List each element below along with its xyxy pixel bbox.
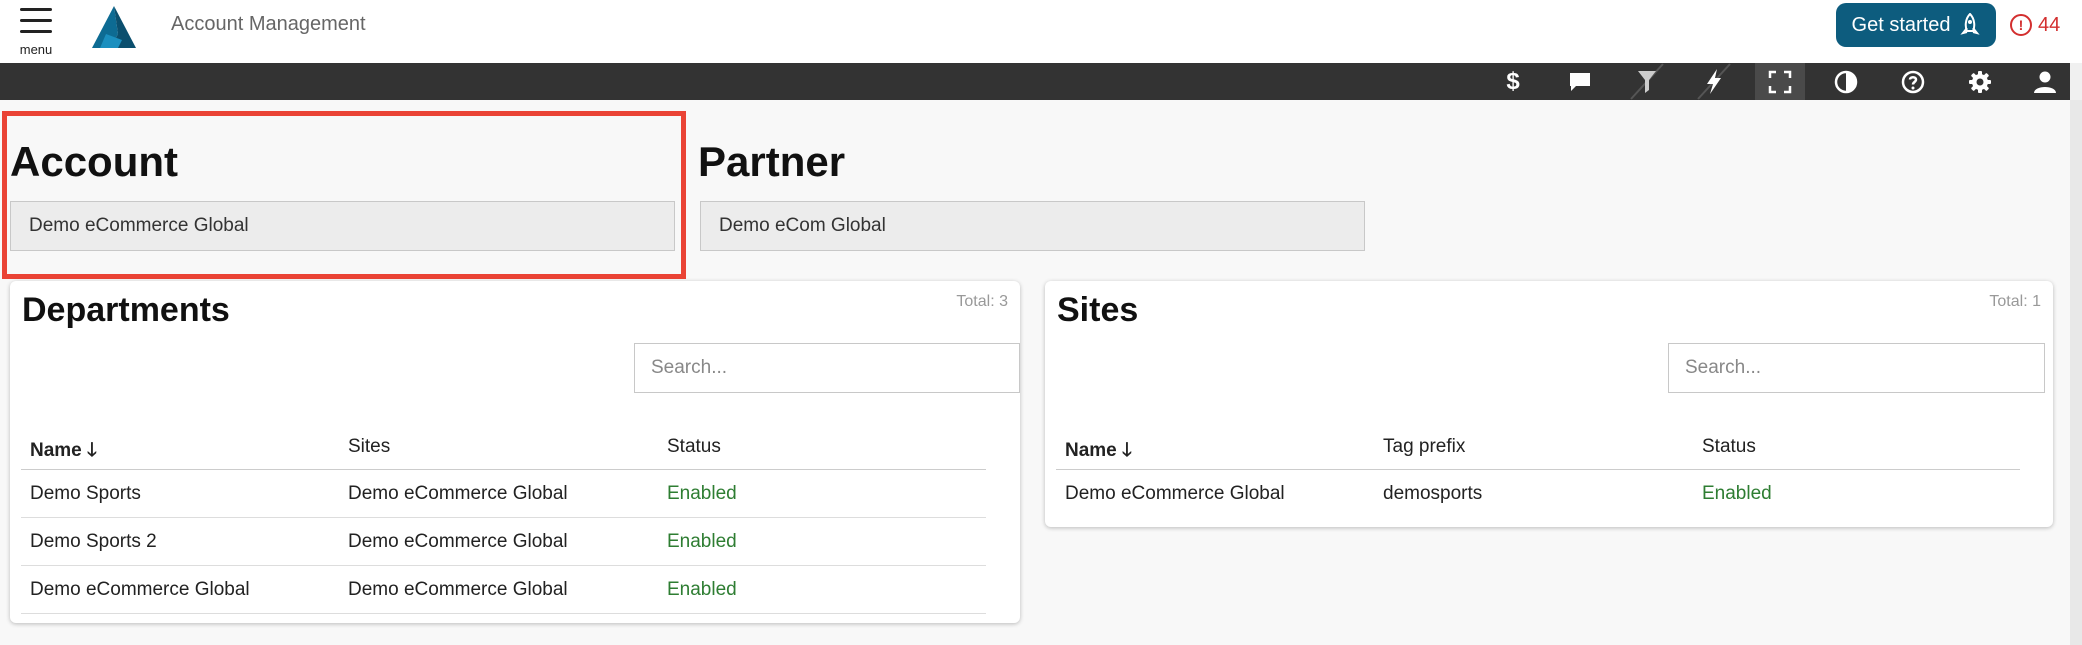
column-header-status: Status: [1702, 436, 1756, 457]
column-header-name[interactable]: Name 🡓: [1065, 436, 1132, 468]
table-header: Name 🡓 Sites Status: [21, 422, 986, 470]
alert-count: 44: [2038, 13, 2061, 36]
table-row[interactable]: Demo Sports 2 Demo eCommerce Global Enab…: [21, 518, 986, 566]
row-name: Demo eCommerce Global: [1065, 483, 1285, 504]
get-started-button[interactable]: Get started: [1836, 3, 1996, 47]
row-status: Enabled: [667, 483, 737, 504]
departments-card: Departments Total: 3 Name 🡓 Sites Status…: [10, 281, 1020, 623]
row-name: Demo Sports 2: [30, 531, 157, 552]
menu-button[interactable]: menu: [16, 4, 56, 57]
alerts-indicator[interactable]: ! 44: [2010, 10, 2060, 40]
toolbar: $: [0, 63, 2070, 100]
sort-down-icon: 🡓: [1122, 440, 1132, 461]
get-started-label: Get started: [1851, 13, 1951, 36]
column-header-sites: Sites: [348, 436, 391, 457]
partner-title: Partner: [698, 138, 846, 185]
row-sites: Demo eCommerce Global: [348, 531, 568, 552]
row-status: Enabled: [667, 579, 737, 600]
column-header-label: Name: [1065, 440, 1117, 461]
column-header-status: Status: [667, 436, 721, 457]
settings-icon[interactable]: [1955, 63, 2005, 100]
highlight-box: [2, 111, 686, 279]
lightning-icon[interactable]: [1689, 63, 1739, 100]
table-row[interactable]: Demo eCommerce Global demosports Enabled: [1056, 470, 2020, 518]
sites-title: Sites: [1057, 291, 1139, 329]
departments-total: Total: 3: [956, 293, 1008, 310]
dollar-icon[interactable]: $: [1488, 63, 1538, 100]
table-row[interactable]: Demo eCommerce Global Demo eCommerce Glo…: [21, 566, 986, 614]
row-name: Demo Sports: [30, 483, 141, 504]
sites-total: Total: 1: [1989, 293, 2041, 310]
hamburger-icon-bar: [20, 19, 52, 22]
help-icon[interactable]: [1888, 63, 1938, 100]
row-name: Demo eCommerce Global: [30, 579, 250, 600]
filter-icon[interactable]: [1622, 63, 1672, 100]
hamburger-icon: [20, 8, 52, 11]
menu-label: menu: [19, 42, 53, 57]
scrollbar[interactable]: [2070, 100, 2082, 645]
alert-icon: !: [2010, 14, 2032, 36]
row-status: Enabled: [1702, 483, 1772, 504]
chat-icon[interactable]: [1555, 63, 1605, 100]
column-header-tag-prefix: Tag prefix: [1383, 436, 1466, 457]
sites-card: Sites Total: 1 Name 🡓 Tag prefix Status …: [1045, 281, 2053, 527]
contrast-icon[interactable]: [1821, 63, 1871, 100]
table-row[interactable]: Demo Sports Demo eCommerce Global Enable…: [21, 470, 986, 518]
departments-search-input[interactable]: [634, 343, 1020, 393]
table-header: Name 🡓 Tag prefix Status: [1056, 422, 2020, 470]
row-sites: Demo eCommerce Global: [348, 579, 568, 600]
column-header-name[interactable]: Name 🡓: [30, 436, 97, 468]
top-header: menu Account Management Get started ! 44: [0, 0, 2082, 63]
row-tag-prefix: demosports: [1383, 483, 1483, 504]
departments-title: Departments: [22, 291, 230, 329]
row-status: Enabled: [667, 531, 737, 552]
partner-field: Demo eCom Global: [700, 201, 1365, 251]
user-icon[interactable]: [2020, 63, 2070, 100]
hamburger-icon-bar: [20, 30, 52, 33]
column-header-label: Name: [30, 440, 82, 461]
fullscreen-icon[interactable]: [1755, 63, 1805, 100]
row-sites: Demo eCommerce Global: [348, 483, 568, 504]
sort-down-icon: 🡓: [87, 440, 97, 461]
app-title: Account Management: [171, 13, 366, 35]
rocket-icon: [1960, 13, 1981, 35]
sites-search-input[interactable]: [1668, 343, 2045, 393]
logo-icon: [92, 6, 136, 48]
